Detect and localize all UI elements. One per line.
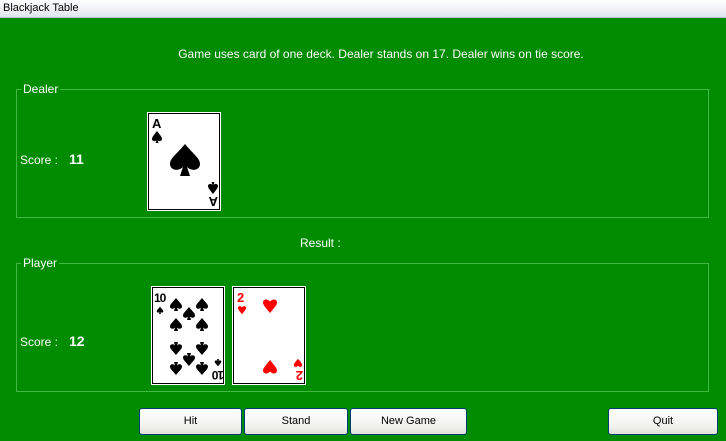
card-rank-bottom: 10 [211,368,224,382]
new-game-button[interactable]: New Game [350,408,467,435]
player-score-value: 12 [69,333,85,349]
quit-button[interactable]: Quit [608,408,718,435]
card-rank-top: 2 [237,290,244,305]
window-title: Blackjack Table [3,2,79,14]
result-label: Result : [300,236,341,250]
card-rank-bottom: 2 [296,368,303,383]
rules-info-text: Game uses card of one deck. Dealer stand… [178,47,584,61]
stand-button[interactable]: Stand [244,408,348,435]
dealer-score-label: Score : [20,153,59,167]
card-rank-top: A [152,116,162,131]
player-card-ten-of-spades: 10 10 [151,286,225,385]
dealer-group: Dealer Score : 11 A A [16,82,709,218]
card-rank-top: 10 [154,291,167,305]
player-group: Player Score : 12 10 10 2 2 [16,256,709,392]
dealer-card-ace-of-spades: A A [147,112,221,211]
dealer-group-label: Dealer [21,82,61,96]
title-bar: Blackjack Table [0,0,726,18]
player-group-label: Player [21,256,60,270]
dealer-score-value: 11 [69,151,84,167]
player-score-label: Score : [20,335,59,349]
spade-large-icon [170,144,200,176]
spade-small-icon [152,131,162,143]
hit-button[interactable]: Hit [139,408,242,435]
card-rank-bottom: A [208,194,218,209]
player-card-two-of-hearts: 2 2 [232,286,306,385]
